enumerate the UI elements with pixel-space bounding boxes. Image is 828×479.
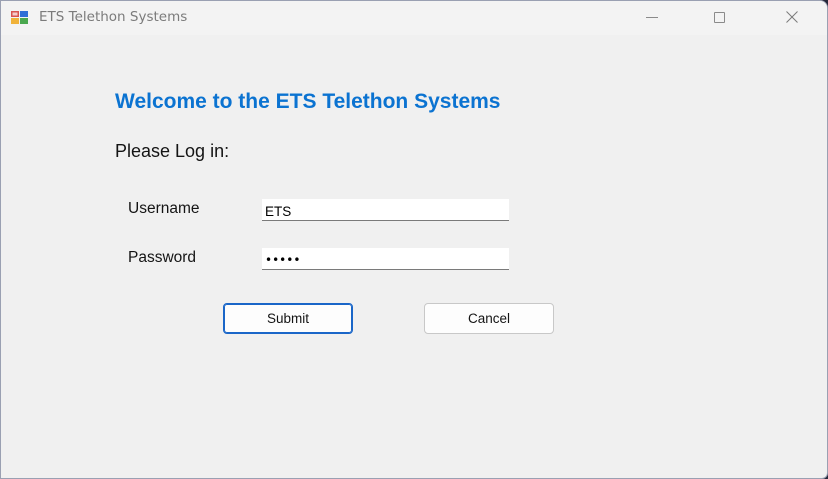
minimize-icon — [646, 16, 658, 18]
close-icon — [786, 11, 798, 23]
maximize-button[interactable] — [696, 1, 742, 33]
submit-button[interactable]: Submit — [223, 303, 353, 334]
username-field[interactable] — [262, 199, 509, 221]
window-title: ETS Telethon Systems — [39, 9, 188, 25]
welcome-heading: Welcome to the ETS Telethon Systems — [115, 90, 501, 113]
username-label: Username — [128, 200, 200, 217]
login-window: ETS Telethon Systems Welcome to the ETS … — [0, 0, 828, 479]
close-button[interactable] — [769, 1, 815, 33]
maximize-icon — [713, 11, 725, 23]
windows-form-icon — [11, 11, 28, 24]
minimize-button[interactable] — [629, 1, 675, 33]
cancel-button[interactable]: Cancel — [424, 303, 554, 334]
login-prompt: Please Log in: — [115, 141, 230, 161]
title-bar[interactable]: ETS Telethon Systems — [1, 1, 827, 35]
password-field[interactable] — [262, 248, 509, 270]
password-label: Password — [128, 249, 197, 266]
